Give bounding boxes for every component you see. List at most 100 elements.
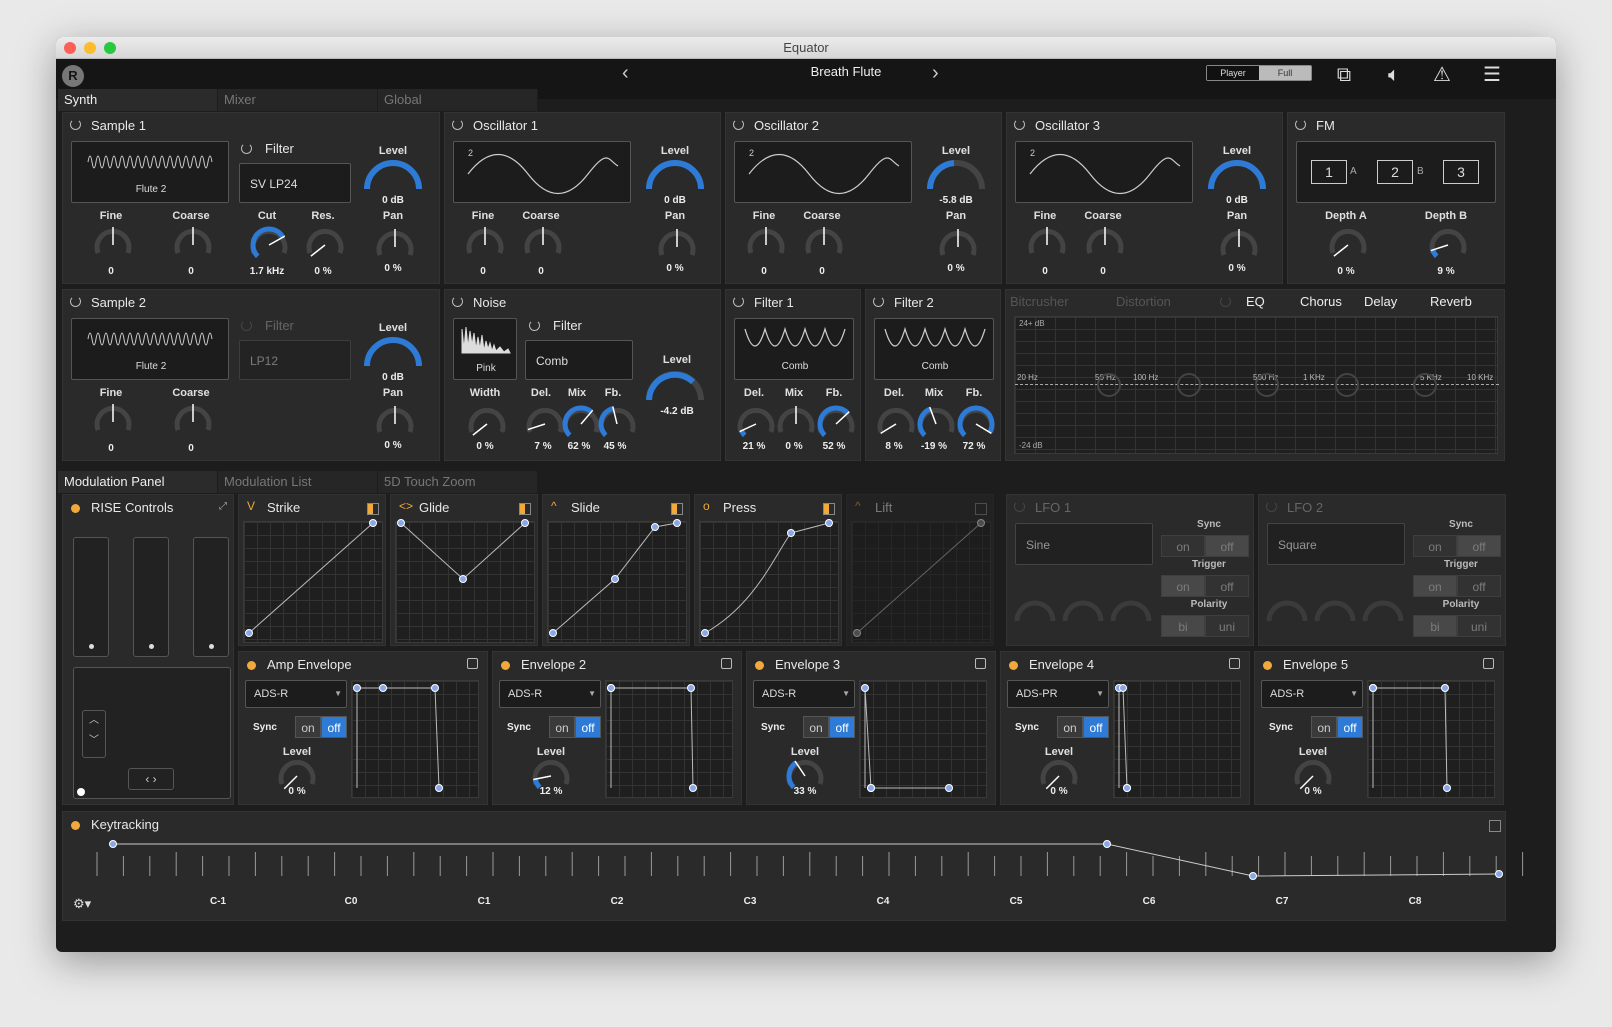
sample2-wave-select[interactable]: Flute 2: [71, 318, 229, 380]
zoom-window-button[interactable]: [104, 42, 116, 54]
env-sync-toggle[interactable]: on off: [1057, 716, 1109, 738]
sample2-filter-type-select[interactable]: LP12: [239, 340, 351, 380]
env-sync-on[interactable]: on: [1057, 716, 1083, 738]
env-expand-icon[interactable]: [1229, 658, 1240, 669]
filter1-type-select[interactable]: Comb: [734, 318, 854, 380]
eq-power-icon[interactable]: [1220, 296, 1231, 307]
rise-xy-pad[interactable]: ︿ ﹀ ‹ ›: [73, 667, 231, 799]
sample2-pan-knob[interactable]: [363, 400, 427, 445]
preset-name[interactable]: Breath Flute: [696, 64, 996, 79]
lfo1-polarity-toggle[interactable]: bi uni: [1161, 615, 1249, 637]
trigger-on[interactable]: on: [1161, 575, 1205, 597]
osc3-level-knob[interactable]: [1205, 157, 1269, 197]
osc2-fine-knob[interactable]: [746, 225, 786, 266]
sample2-power-icon[interactable]: [70, 296, 81, 307]
polarity-uni[interactable]: uni: [1457, 615, 1501, 637]
player-mode-button[interactable]: Player: [1207, 66, 1259, 80]
lfo1-power-icon[interactable]: [1014, 501, 1025, 512]
env-mode-select[interactable]: ADS-R ▼: [499, 680, 601, 708]
glide-curve[interactable]: [391, 495, 539, 647]
sync-off[interactable]: off: [1205, 535, 1249, 557]
osc3-power-icon[interactable]: [1014, 119, 1025, 130]
eq-band-handle[interactable]: [1097, 373, 1121, 397]
env-curve[interactable]: [351, 680, 479, 798]
resize-window-icon[interactable]: ⧉: [1332, 63, 1356, 87]
osc3-fine-knob[interactable]: [1027, 225, 1067, 266]
env-curve[interactable]: [859, 680, 987, 798]
tab-global[interactable]: Global: [378, 89, 538, 111]
osc3-wave-select[interactable]: 2: [1015, 141, 1193, 203]
env-mode-select[interactable]: ADS-R ▼: [1261, 680, 1363, 708]
prev-preset-icon[interactable]: ‹: [622, 62, 629, 85]
osc1-coarse-knob[interactable]: [523, 225, 563, 266]
osc1-power-icon[interactable]: [452, 119, 463, 130]
env-expand-icon[interactable]: [467, 658, 478, 669]
fm-power-icon[interactable]: [1295, 119, 1306, 130]
sample1-power-icon[interactable]: [70, 119, 81, 130]
env-sync-toggle[interactable]: on off: [549, 716, 601, 738]
lfo2-trigger-toggle[interactable]: on off: [1413, 575, 1501, 597]
osc1-fine-knob[interactable]: [465, 225, 505, 266]
sample2-level-knob[interactable]: [361, 334, 425, 374]
fm-depth-a-knob[interactable]: [1328, 225, 1368, 266]
lfo1-knobs[interactable]: [1013, 587, 1163, 627]
fx-tab-chorus[interactable]: Chorus: [1300, 294, 1342, 309]
noise-mix-knob[interactable]: [561, 404, 601, 445]
env-curve[interactable]: [1367, 680, 1495, 798]
trigger-off[interactable]: off: [1205, 575, 1249, 597]
noise-type-select[interactable]: Pink: [453, 318, 517, 380]
lfo2-polarity-toggle[interactable]: bi uni: [1413, 615, 1501, 637]
expand-icon[interactable]: ⤢: [219, 501, 227, 512]
sample2-coarse-knob[interactable]: [173, 402, 213, 443]
warning-icon[interactable]: ⚠︎: [1430, 63, 1454, 87]
env-curve[interactable]: [1113, 680, 1241, 798]
eq-band-handle[interactable]: [1335, 373, 1359, 397]
press-curve[interactable]: [695, 495, 843, 647]
env-sync-on[interactable]: on: [549, 716, 575, 738]
filter1-mix-knob[interactable]: [776, 404, 816, 445]
sample1-res-knob[interactable]: [305, 225, 345, 266]
sample1-wave-select[interactable]: Flute 2: [71, 141, 229, 203]
sample1-filter-type-select[interactable]: SV LP24: [239, 163, 351, 203]
osc2-wave-select[interactable]: 2: [734, 141, 912, 203]
lfo2-knobs[interactable]: [1265, 587, 1415, 627]
fm-routing-select[interactable]: 1 A 2 B 3: [1296, 141, 1496, 203]
osc1-level-knob[interactable]: [643, 157, 707, 197]
tab-synth[interactable]: Synth: [58, 89, 218, 111]
eq-band-handle[interactable]: [1413, 373, 1437, 397]
polarity-uni[interactable]: uni: [1205, 615, 1249, 637]
filter2-mix-knob[interactable]: [916, 404, 956, 445]
osc3-pan-knob[interactable]: [1207, 223, 1271, 268]
rise-slider-1[interactable]: [73, 537, 109, 657]
noise-width-knob[interactable]: [467, 404, 507, 445]
close-window-button[interactable]: [64, 42, 76, 54]
fx-tab-distortion[interactable]: Distortion: [1116, 294, 1171, 309]
env-sync-toggle[interactable]: on off: [1311, 716, 1363, 738]
sample2-fine-knob[interactable]: [93, 402, 133, 443]
fx-tab-eq[interactable]: EQ: [1246, 294, 1265, 309]
env-sync-toggle[interactable]: on off: [295, 716, 347, 738]
lfo2-power-icon[interactable]: [1266, 501, 1277, 512]
minimize-window-button[interactable]: [84, 42, 96, 54]
filter1-del-knob[interactable]: [736, 404, 776, 445]
strike-curve[interactable]: [239, 495, 387, 647]
polarity-bi[interactable]: bi: [1161, 615, 1205, 637]
pad-left-right-icon[interactable]: ‹ ›: [128, 768, 174, 790]
sync-off[interactable]: off: [1457, 535, 1501, 557]
eq-graph[interactable]: 24+ dB -24 dB 20 Hz 50 Hz 100 Hz 500 Hz 1 KH…: [1014, 316, 1499, 454]
env-curve[interactable]: [605, 680, 733, 798]
slide-curve[interactable]: [543, 495, 691, 647]
osc2-power-icon[interactable]: [733, 119, 744, 130]
fx-tab-bitcrusher[interactable]: Bitcrusher: [1010, 294, 1069, 309]
osc2-pan-knob[interactable]: [926, 223, 990, 268]
lfo1-trigger-toggle[interactable]: on off: [1161, 575, 1249, 597]
settings-gear-icon[interactable]: ⚙▾: [73, 896, 91, 912]
env-sync-off[interactable]: off: [321, 716, 347, 738]
filter2-type-select[interactable]: Comb: [874, 318, 994, 380]
tab-modulation-panel[interactable]: Modulation Panel: [58, 471, 218, 493]
lfo2-sync-toggle[interactable]: on off: [1413, 535, 1501, 557]
eq-band-handle[interactable]: [1255, 373, 1279, 397]
env-sync-off[interactable]: off: [1083, 716, 1109, 738]
fm-depth-b-knob[interactable]: [1428, 225, 1468, 266]
lfo2-wave-select[interactable]: Square: [1267, 523, 1405, 565]
